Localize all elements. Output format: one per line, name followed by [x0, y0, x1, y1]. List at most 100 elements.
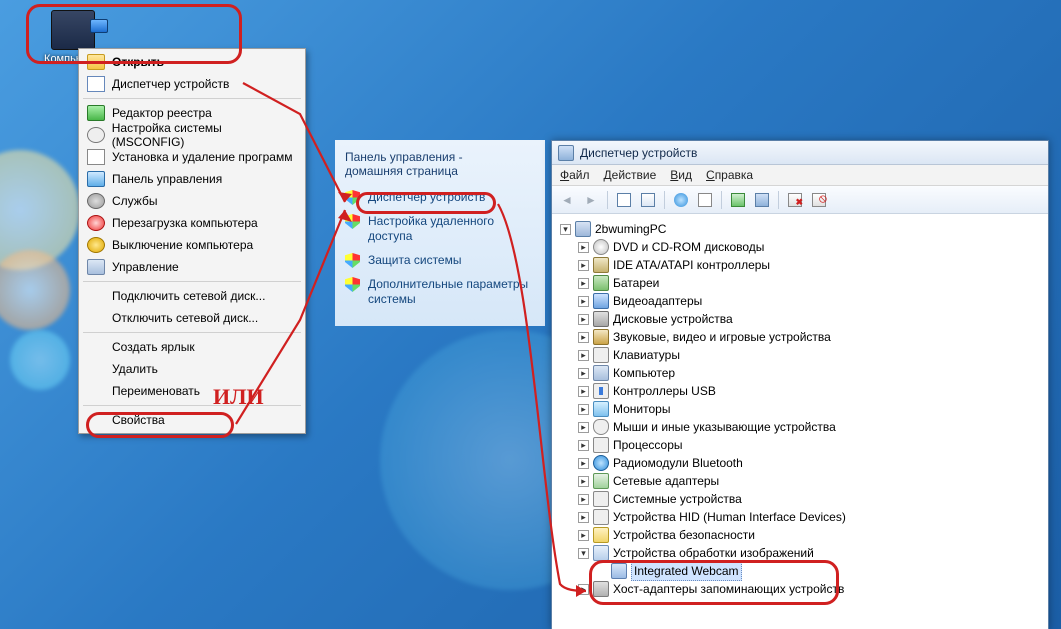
tree-expander[interactable]: ▸	[578, 476, 589, 487]
tree-expander[interactable]: ▸	[578, 350, 589, 361]
computer-icon	[51, 10, 95, 50]
tree-category[interactable]: ▸DVD и CD-ROM дисководы	[578, 238, 1046, 256]
gears-icon	[87, 127, 105, 143]
tree-category[interactable]: ▸Хост-адаптеры запоминающих устройств	[578, 580, 1046, 598]
context-menu-item[interactable]: Создать ярлык	[81, 336, 303, 358]
menubar-item[interactable]: Справка	[706, 168, 753, 182]
shield-icon	[345, 253, 360, 268]
tree-category[interactable]: ▸Мониторы	[578, 400, 1046, 418]
context-menu-item[interactable]: Установка и удаление программ	[81, 146, 303, 168]
context-menu-separator	[83, 405, 301, 406]
context-menu-item[interactable]: Подключить сетевой диск...	[81, 285, 303, 307]
context-menu-item[interactable]: Перезагрузка компьютера	[81, 212, 303, 234]
toolbar-back-button[interactable]: ◄	[556, 189, 578, 211]
context-menu-item[interactable]: Удалить	[81, 358, 303, 380]
context-menu-item[interactable]: Свойства	[81, 409, 303, 431]
context-menu-separator	[83, 281, 301, 282]
context-menu-item[interactable]: Отключить сетевой диск...	[81, 307, 303, 329]
tree-node-label: Устройства HID (Human Interface Devices)	[613, 508, 846, 526]
tree-category[interactable]: ▸ Сетевые адаптеры	[578, 472, 1046, 490]
tree-category[interactable]: ▸ Устройства HID (Human Interface Devices…	[578, 508, 1046, 526]
mouse-icon	[593, 419, 609, 435]
control-panel-link[interactable]: Дополнительные параметры системы	[345, 277, 539, 307]
tree-expander[interactable]: ▸	[578, 278, 589, 289]
context-menu-item-label: Свойства	[112, 413, 165, 427]
tree-category[interactable]: ▸Процессоры	[578, 436, 1046, 454]
kb-icon	[593, 347, 609, 363]
context-menu-item-label: Отключить сетевой диск...	[112, 311, 258, 325]
context-menu-item[interactable]: Управление	[81, 256, 303, 278]
tree-category[interactable]: ▸Видеоадаптеры	[578, 292, 1046, 310]
tree-expander[interactable]: ▸	[578, 512, 589, 523]
toolbar-view-button[interactable]	[637, 189, 659, 211]
toolbar-show-hidden-button[interactable]	[613, 189, 635, 211]
context-menu-item[interactable]: Диспетчер устройств	[81, 73, 303, 95]
context-menu-item[interactable]: Выключение компьютера	[81, 234, 303, 256]
tree-category[interactable]: ▸Дисковые устройства	[578, 310, 1046, 328]
host-icon	[593, 581, 609, 597]
tree-node-label: Сетевые адаптеры	[613, 472, 719, 490]
comp-icon	[593, 365, 609, 381]
context-menu-item[interactable]: Панель управления	[81, 168, 303, 190]
tree-category[interactable]: ▸Компьютер	[578, 364, 1046, 382]
tree-category-imaging[interactable]: ▾Устройства обработки изображений	[578, 544, 1046, 562]
tree-node-label: Integrated Webcam	[631, 561, 742, 581]
menubar-item[interactable]: Файл	[560, 168, 590, 182]
context-menu-item[interactable]: Службы	[81, 190, 303, 212]
tree-expander[interactable]: ▸	[578, 260, 589, 271]
toolbar-update-button[interactable]	[727, 189, 749, 211]
tree-node-label: IDE ATA/ATAPI контроллеры	[613, 256, 770, 274]
tree-device-webcam[interactable]: Integrated Webcam	[596, 562, 1046, 580]
context-menu-item[interactable]: Переименовать	[81, 380, 303, 402]
tree-category[interactable]: ▸Звуковые, видео и игровые устройства	[578, 328, 1046, 346]
tree-expander[interactable]: ▸	[578, 296, 589, 307]
tree-expander[interactable]: ▾	[578, 548, 589, 559]
mon-icon	[593, 401, 609, 417]
control-panel-link[interactable]: Защита системы	[345, 253, 539, 268]
context-menu-item-label: Переименовать	[112, 384, 200, 398]
control-panel-link[interactable]: Настройка удаленного доступа	[345, 214, 539, 244]
tree-expander[interactable]: ▸	[578, 458, 589, 469]
toolbar-disable-button[interactable]: 🛇	[808, 189, 830, 211]
tree-expander[interactable]: ▸	[578, 584, 589, 595]
tree-category[interactable]: ▸Системные устройства	[578, 490, 1046, 508]
tree-expander[interactable]: ▸	[578, 332, 589, 343]
toolbar-help-button[interactable]	[670, 189, 692, 211]
tree-node-label: Клавиатуры	[613, 346, 680, 364]
toolbar-forward-button[interactable]: ►	[580, 189, 602, 211]
tree-expander[interactable]: ▾	[560, 224, 571, 235]
control-panel-link[interactable]: Диспетчер устройств	[345, 190, 539, 205]
tree-category[interactable]: ▸Контроллеры USB	[578, 382, 1046, 400]
tree-expander[interactable]: ▸	[578, 386, 589, 397]
toolbar-uninstall-button[interactable]: ✖	[784, 189, 806, 211]
menubar-item[interactable]: Действие	[604, 168, 657, 182]
toolbar-scan-button[interactable]	[751, 189, 773, 211]
tree-expander[interactable]: ▸	[578, 404, 589, 415]
device-manager-toolbar: ◄ ► ✖ 🛇	[552, 186, 1048, 214]
device-manager-titlebar[interactable]: Диспетчер устройств	[552, 141, 1048, 165]
context-menu-item[interactable]: Настройка системы (MSCONFIG)	[81, 124, 303, 146]
context-menu-item-label: Настройка системы (MSCONFIG)	[112, 121, 295, 149]
device-tree[interactable]: ▾2bwumingPC▸DVD и CD-ROM дисководы▸IDE A…	[552, 214, 1048, 629]
tree-expander[interactable]: ▸	[578, 368, 589, 379]
tree-root[interactable]: ▾2bwumingPC	[560, 220, 1046, 238]
tree-expander[interactable]: ▸	[578, 530, 589, 541]
context-menu-item-label: Диспетчер устройств	[112, 77, 229, 91]
context-menu-item[interactable]: Открыть	[81, 51, 303, 73]
tree-category[interactable]: ▸Мыши и иные указывающие устройства	[578, 418, 1046, 436]
menubar-item[interactable]: Вид	[670, 168, 692, 182]
tree-expander[interactable]: ▸	[578, 314, 589, 325]
tree-expander[interactable]: ▸	[578, 242, 589, 253]
tree-category[interactable]: ▸ Клавиатуры	[578, 346, 1046, 364]
toolbar-properties-button[interactable]	[694, 189, 716, 211]
context-menu-separator	[83, 332, 301, 333]
tree-category[interactable]: ▸Батареи	[578, 274, 1046, 292]
shield-icon	[345, 277, 360, 292]
tree-category[interactable]: ▸Радиомодули Bluetooth	[578, 454, 1046, 472]
tree-category[interactable]: ▸ IDE ATA/ATAPI контроллеры	[578, 256, 1046, 274]
tree-expander[interactable]: ▸	[578, 494, 589, 505]
sys-icon	[593, 491, 609, 507]
tree-category[interactable]: ▸Устройства безопасности	[578, 526, 1046, 544]
tree-expander[interactable]: ▸	[578, 422, 589, 433]
tree-expander[interactable]: ▸	[578, 440, 589, 451]
